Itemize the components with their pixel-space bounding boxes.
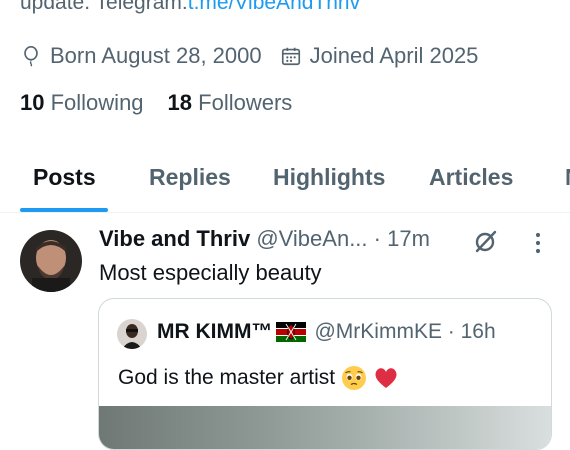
join-date: Joined April 2025	[280, 43, 479, 69]
join-date-text: Joined April 2025	[309, 43, 479, 68]
avatar[interactable]	[20, 230, 82, 292]
tab-posts[interactable]: Posts	[33, 164, 96, 191]
tab-articles[interactable]: Articles	[429, 164, 513, 191]
post-header: Vibe and Thriv @VibeAn... · 17m	[99, 226, 430, 252]
avatar-image	[20, 230, 82, 292]
author-name[interactable]: Vibe and Thriv	[99, 226, 250, 251]
tab-media[interactable]: M	[565, 164, 570, 191]
quote-header: MR KIMM™ @MrKimmKE · 16h	[157, 320, 496, 344]
quote-avatar-image	[117, 319, 147, 349]
quoted-post[interactable]: MR KIMM™ @MrKimmKE · 16h God is the mast…	[98, 298, 552, 450]
more-options-icon[interactable]	[530, 231, 546, 255]
follow-stats: 10 Following 18 Followers	[20, 90, 292, 116]
quote-text-row: God is the master artist	[118, 365, 399, 391]
followers-count: 18	[167, 90, 193, 115]
balloon-icon	[24, 46, 38, 67]
bio-prefix: update. Telegram:	[20, 0, 188, 14]
grok-icon[interactable]	[474, 229, 498, 253]
active-tab-indicator	[20, 208, 108, 212]
tab-highlights[interactable]: Highlights	[273, 164, 385, 191]
tab-replies[interactable]: Replies	[149, 164, 231, 191]
profile-meta: Born August 28, 2000 Joined April 2025	[20, 41, 478, 71]
following-count: 10	[20, 90, 45, 115]
calendar-icon	[281, 47, 300, 66]
followers-label: Followers	[198, 90, 293, 115]
birthdate: Born August 28, 2000	[20, 43, 262, 69]
telegram-link[interactable]: t.me/VibeAndThriv	[188, 0, 360, 14]
followers-link[interactable]: 18 Followers	[168, 90, 293, 116]
birthdate-text: Born August 28, 2000	[50, 43, 262, 68]
quote-text: God is the master artist	[118, 366, 336, 389]
post-text: Most especially beauty	[99, 260, 322, 285]
red-heart-emoji-icon	[375, 368, 397, 388]
following-label: Following	[50, 90, 144, 115]
following-link[interactable]: 10 Following	[20, 90, 144, 116]
pleading-face-emoji-icon	[342, 366, 367, 390]
author-handle[interactable]: @VibeAn...	[256, 226, 367, 251]
kenya-flag-icon	[276, 322, 307, 342]
profile-tabs: Posts Replies Highlights Articles M	[0, 150, 570, 213]
quote-media[interactable]	[99, 406, 551, 449]
bio-text: update. Telegram:t.me/VibeAndThriv	[20, 0, 360, 15]
post-time[interactable]: · 17m	[374, 226, 430, 251]
quote-author-name[interactable]: MR KIMM™	[157, 320, 272, 344]
quote-avatar[interactable]	[117, 319, 147, 349]
quote-handle-time[interactable]: @MrKimmKE · 16h	[314, 320, 495, 344]
